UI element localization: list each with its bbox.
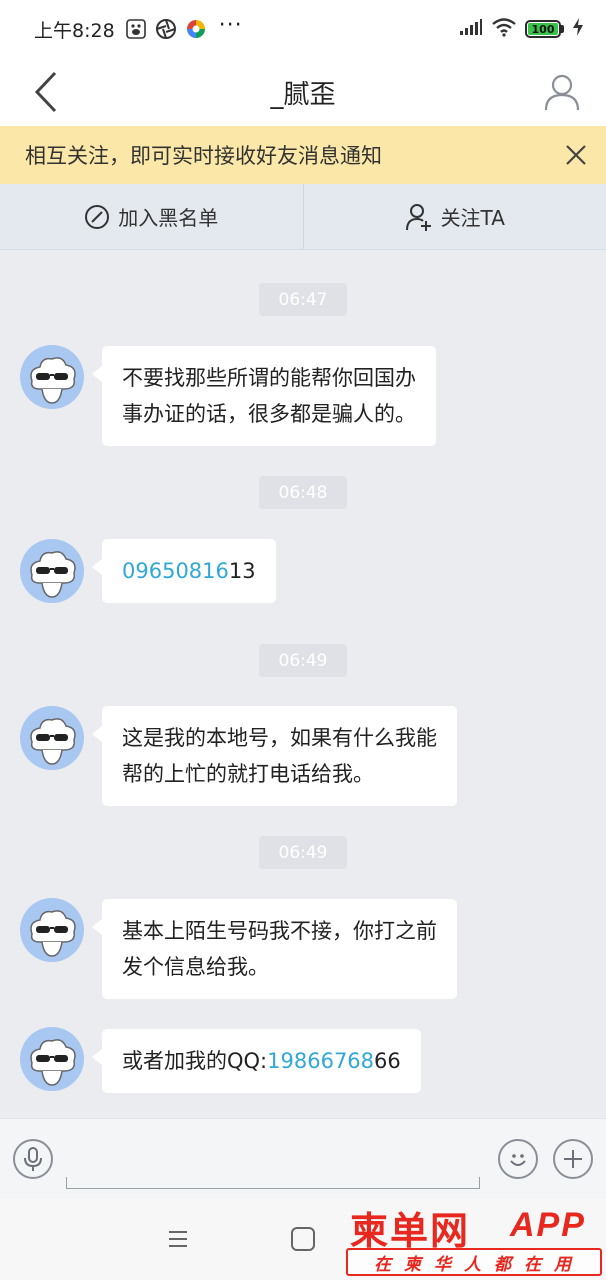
recent-apps-button[interactable] [166, 1226, 190, 1252]
message-bubble[interactable]: 或者加我的QQ:1986676866 [92, 1029, 421, 1093]
page-title: _腻歪 [270, 79, 336, 110]
notice-text: 相互关注，即可实时接收好友消息通知 [25, 144, 382, 168]
close-icon [566, 145, 586, 165]
avatar[interactable] [20, 898, 84, 962]
avatar[interactable] [20, 1027, 84, 1091]
block-user-button[interactable]: 加入黑名单 [0, 184, 303, 249]
message-text: 帮的上忙的就打电话给我。 [122, 762, 374, 786]
chat-header: _腻歪 [0, 58, 606, 126]
cloud-sunglasses-avatar-icon [30, 357, 76, 404]
cloud-sunglasses-avatar-icon [30, 551, 76, 598]
add-user-icon [405, 203, 431, 231]
input-bar [0, 1118, 606, 1198]
aperture-icon [155, 18, 177, 40]
follow-label: 关注TA [440, 206, 505, 230]
action-bar: 加入黑名单 关注TA [0, 184, 606, 250]
microphone-icon [24, 1147, 42, 1171]
profile-button[interactable] [538, 68, 586, 116]
watermark-slogan: 在柬华人都在用 [346, 1248, 602, 1276]
battery-level: 100 [528, 23, 558, 36]
smiley-icon [510, 1154, 526, 1166]
message-text: 或者加我的QQ: [122, 1049, 268, 1073]
watermark-title: 柬单网 [350, 1208, 471, 1253]
message-text: 发个信息给我。 [122, 955, 269, 979]
avatar[interactable] [20, 345, 84, 409]
qq-number-link[interactable]: 19866768 [267, 1049, 374, 1073]
chat-area[interactable]: 06:47 不要找那些所谓的能帮你回国办 事办证的话，很多都是骗人的。 06:4… [0, 250, 606, 1118]
signal-icon [459, 18, 483, 41]
avatar[interactable] [20, 706, 84, 770]
message-bubble[interactable]: 0965081613 [92, 539, 276, 603]
timestamp: 06:49 [259, 836, 347, 869]
home-button[interactable] [291, 1227, 315, 1251]
message-text: 这是我的本地号，如果有什么我能 [122, 726, 437, 750]
message-text: 基本上陌生号码我不接，你打之前 [122, 919, 437, 943]
back-button[interactable] [26, 68, 66, 116]
watermark-logo: 柬单网 APP 在柬华人都在用 [346, 1200, 602, 1278]
message-input[interactable] [66, 1177, 480, 1189]
cloud-sunglasses-avatar-icon [30, 1039, 76, 1086]
watermark-app: APP [510, 1206, 586, 1244]
follow-notice-banner: 相互关注，即可实时接收好友消息通知 [0, 126, 606, 184]
block-icon [85, 204, 110, 229]
status-right: 100 [459, 17, 584, 42]
message-text: 事办证的话，很多都是骗人的。 [122, 402, 416, 426]
menu-icon [169, 1231, 187, 1247]
message-bubble[interactable]: 不要找那些所谓的能帮你回国办 事办证的话，很多都是骗人的。 [92, 346, 436, 446]
cloud-sunglasses-avatar-icon [30, 910, 76, 957]
wifi-icon [491, 17, 517, 42]
avatar[interactable] [20, 539, 84, 603]
message-text: 不要找那些所谓的能帮你回国办 [122, 366, 416, 390]
message-bubble[interactable]: 基本上陌生号码我不接，你打之前 发个信息给我。 [92, 899, 457, 999]
chevron-left-icon [34, 71, 57, 113]
phone-number-link[interactable]: 09650816 [122, 559, 229, 583]
status-bar: 上午8:28 ··· 100 [0, 0, 606, 58]
voice-button[interactable] [13, 1139, 53, 1179]
timestamp: 06:48 [259, 476, 347, 509]
battery-icon: 100 [525, 20, 564, 38]
more-button[interactable] [553, 1139, 593, 1179]
emoji-button[interactable] [498, 1139, 538, 1179]
follow-button[interactable]: 关注TA [304, 184, 606, 249]
more-notifications: ··· [218, 12, 243, 38]
status-time: 上午8:28 [34, 19, 115, 42]
user-icon [544, 74, 580, 111]
message-text: 66 [374, 1049, 401, 1073]
message-text: 13 [228, 559, 256, 583]
timestamp: 06:47 [259, 283, 347, 316]
colorful-app-icon [185, 18, 207, 40]
block-user-label: 加入黑名单 [118, 206, 219, 230]
charging-icon [572, 17, 584, 42]
message-bubble[interactable]: 这是我的本地号，如果有什么我能 帮的上忙的就打电话给我。 [92, 706, 457, 806]
plus-icon [564, 1150, 582, 1168]
notice-close-button[interactable] [560, 139, 592, 171]
baidu-icon [125, 18, 147, 40]
timestamp: 06:49 [259, 644, 347, 677]
cloud-sunglasses-avatar-icon [30, 718, 76, 765]
